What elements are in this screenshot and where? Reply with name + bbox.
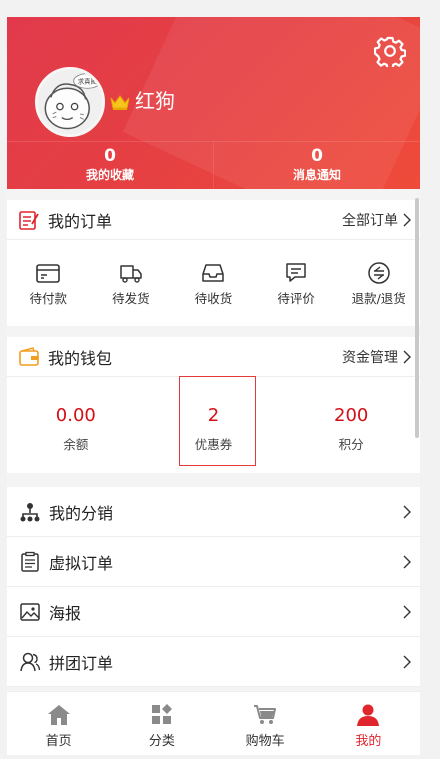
wallet-icon bbox=[19, 346, 39, 366]
fund-management-link[interactable]: 资金管理 bbox=[342, 347, 412, 367]
stat-notifications[interactable]: 0 消息通知 bbox=[213, 142, 420, 189]
wallet-header[interactable]: 我的钱包 资金管理 bbox=[7, 337, 420, 377]
group-icon bbox=[20, 652, 41, 671]
stats-bar: 0 我的收藏 0 消息通知 bbox=[7, 141, 420, 189]
menu-group-orders-label: 拼团订单 bbox=[49, 653, 114, 673]
menu-poster-label: 海报 bbox=[49, 603, 82, 623]
avatar[interactable]: 求真图 bbox=[35, 67, 105, 137]
bottom-tabbar: 首页 分类 购物车 我的 bbox=[7, 691, 420, 755]
balance-label: 余额 bbox=[63, 437, 89, 452]
scrollbar[interactable] bbox=[415, 198, 419, 438]
category-icon bbox=[151, 704, 172, 724]
chevron-right-icon bbox=[403, 213, 411, 226]
favorites-count: 0 bbox=[104, 146, 116, 166]
tab-mine[interactable]: 我的 bbox=[317, 692, 420, 755]
settings-gear-icon[interactable] bbox=[374, 35, 406, 67]
tab-cart-label: 购物车 bbox=[245, 734, 285, 749]
order-pending-receipt[interactable]: 待收货 bbox=[172, 240, 255, 326]
chevron-right-icon bbox=[403, 605, 411, 618]
profile-header: 求真图 红狗 0 我的收藏 0 消息通知 bbox=[7, 17, 420, 189]
username: 红狗 bbox=[135, 89, 175, 113]
order-pending-shipment-label: 待发货 bbox=[112, 291, 150, 306]
wallet-title: 我的钱包 bbox=[48, 348, 113, 368]
order-pending-shipment[interactable]: 待发货 bbox=[90, 240, 173, 326]
tab-home-label: 首页 bbox=[45, 734, 72, 749]
scroll-content[interactable]: 求真图 红狗 0 我的收藏 0 消息通知 我的订单 全部订单 待付款 待发货 待… bbox=[7, 17, 420, 691]
order-pending-review-label: 待评价 bbox=[277, 291, 315, 306]
clipboard-icon bbox=[21, 551, 39, 572]
wallet-row: 0.00 余额 2 优惠券 200 积分 bbox=[7, 376, 420, 473]
points-label: 积分 bbox=[338, 437, 364, 452]
orders-header[interactable]: 我的订单 全部订单 bbox=[7, 200, 420, 240]
orders-title: 我的订单 bbox=[48, 211, 113, 231]
avatar-image-icon: 求真图 bbox=[38, 70, 102, 134]
avatar-badge-text: 求真图 bbox=[78, 77, 97, 86]
chevron-right-icon bbox=[403, 505, 411, 518]
all-orders-label: 全部订单 bbox=[342, 212, 398, 229]
user-icon bbox=[357, 704, 380, 726]
order-status-row: 待付款 待发货 待收货 待评价 退款/退货 bbox=[7, 240, 420, 326]
comment-icon bbox=[286, 263, 306, 282]
tab-home[interactable]: 首页 bbox=[7, 692, 110, 755]
menu-group-orders[interactable]: 拼团订单 bbox=[7, 637, 420, 687]
refund-icon bbox=[367, 262, 390, 284]
tab-category-label: 分类 bbox=[148, 734, 175, 749]
wallet-card: 我的钱包 资金管理 0.00 余额 2 优惠券 200 积分 bbox=[7, 337, 420, 473]
menu-list: 我的分销 虚拟订单 海报 拼团订单 bbox=[7, 487, 420, 687]
menu-virtual-orders[interactable]: 虚拟订单 bbox=[7, 537, 420, 587]
truck-icon bbox=[120, 265, 142, 283]
tab-cart[interactable]: 购物车 bbox=[214, 692, 317, 755]
inbox-icon bbox=[202, 264, 225, 282]
wallet-points[interactable]: 200 积分 bbox=[282, 377, 420, 473]
wallet-card-icon bbox=[36, 264, 61, 283]
fund-management-label: 资金管理 bbox=[342, 349, 398, 366]
wallet-balance[interactable]: 0.00 余额 bbox=[7, 377, 145, 473]
notifications-count: 0 bbox=[311, 146, 323, 166]
order-pending-payment-label: 待付款 bbox=[29, 291, 68, 306]
menu-distribution-label: 我的分销 bbox=[49, 503, 114, 523]
menu-poster[interactable]: 海报 bbox=[7, 587, 420, 637]
order-refund-label: 退款/退货 bbox=[351, 291, 406, 306]
stat-favorites[interactable]: 0 我的收藏 bbox=[7, 142, 213, 189]
menu-distribution[interactable]: 我的分销 bbox=[7, 487, 420, 537]
all-orders-link[interactable]: 全部订单 bbox=[342, 210, 412, 230]
home-icon bbox=[47, 705, 70, 725]
tab-category[interactable]: 分类 bbox=[110, 692, 213, 755]
distribution-icon bbox=[20, 502, 40, 521]
order-refund[interactable]: 退款/退货 bbox=[337, 240, 420, 326]
chevron-right-icon bbox=[403, 555, 411, 568]
order-list-icon bbox=[19, 210, 39, 230]
order-pending-review[interactable]: 待评价 bbox=[255, 240, 338, 326]
balance-value: 0.00 bbox=[55, 405, 96, 426]
notifications-label: 消息通知 bbox=[292, 168, 341, 182]
order-pending-receipt-label: 待收货 bbox=[194, 291, 233, 306]
cart-icon bbox=[254, 705, 277, 724]
vip-crown-icon bbox=[110, 95, 130, 110]
orders-card: 我的订单 全部订单 待付款 待发货 待收货 待评价 退款/退货 bbox=[7, 200, 420, 326]
order-pending-payment[interactable]: 待付款 bbox=[7, 240, 90, 326]
chevron-right-icon bbox=[403, 350, 411, 363]
favorites-label: 我的收藏 bbox=[85, 168, 134, 182]
phone-screen: 求真图 红狗 0 我的收藏 0 消息通知 我的订单 全部订单 待付款 待发货 待… bbox=[0, 0, 440, 759]
tab-mine-label: 我的 bbox=[355, 734, 382, 749]
chevron-right-icon bbox=[403, 655, 411, 668]
menu-virtual-orders-label: 虚拟订单 bbox=[49, 553, 114, 573]
image-icon bbox=[20, 602, 40, 621]
points-value: 200 bbox=[334, 405, 369, 426]
coupon-highlight-box bbox=[179, 376, 256, 466]
